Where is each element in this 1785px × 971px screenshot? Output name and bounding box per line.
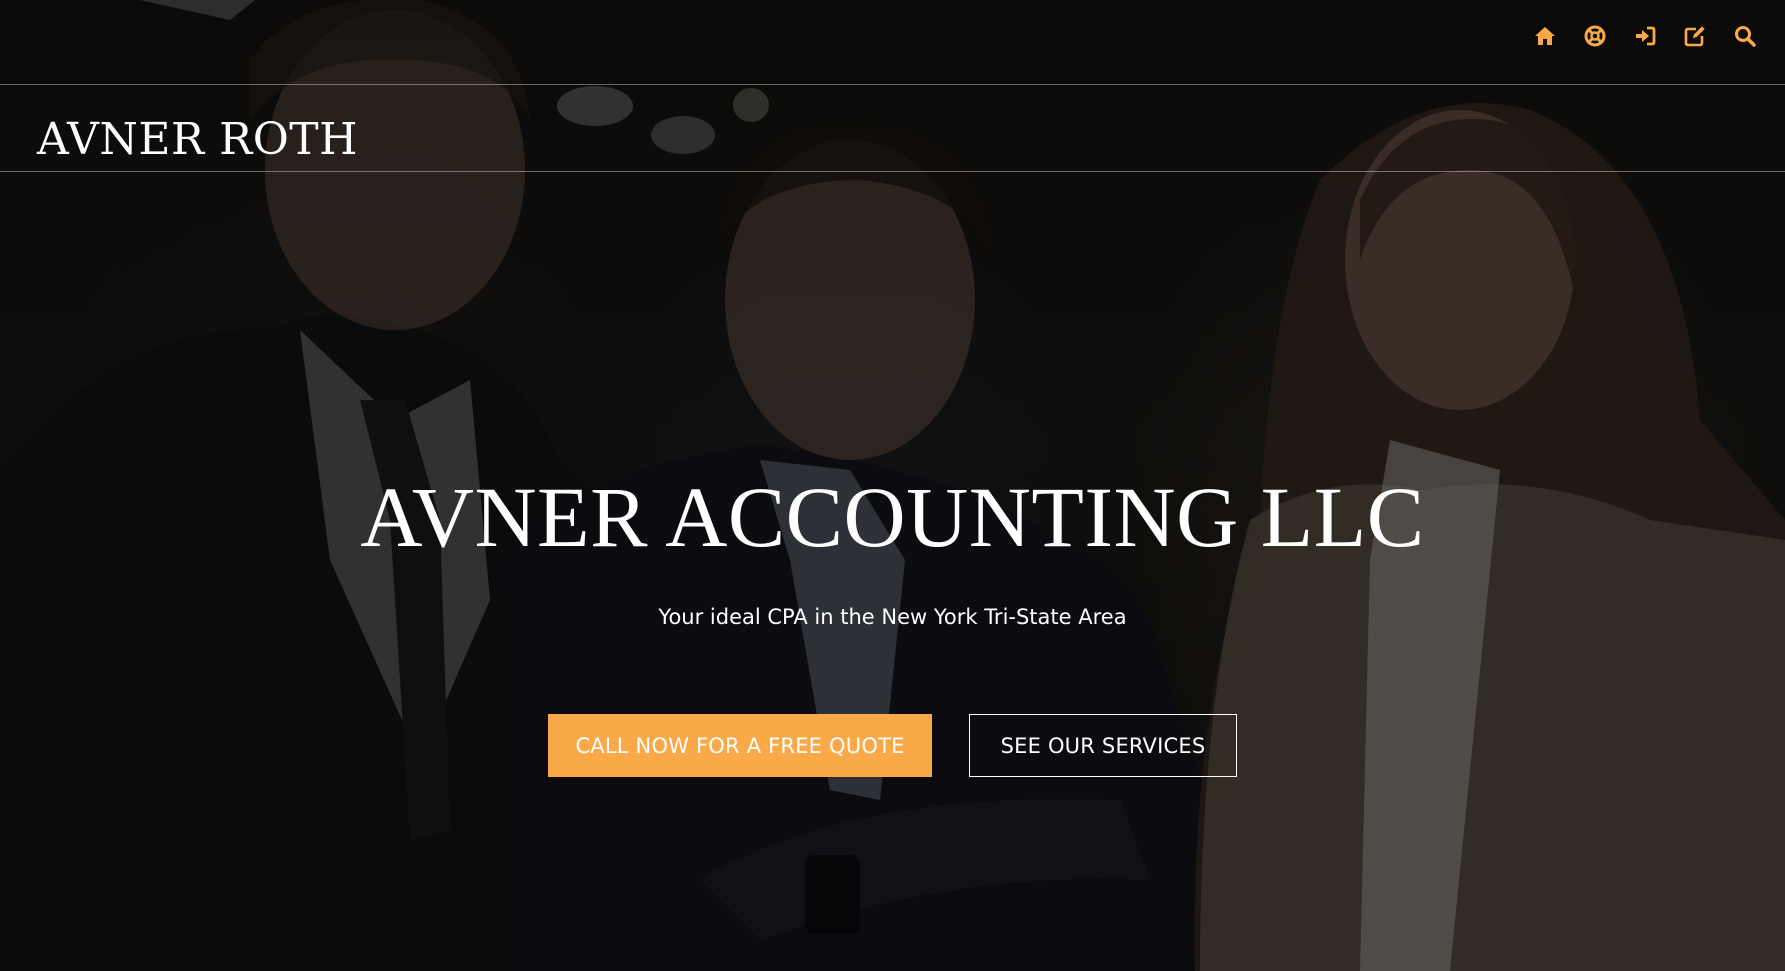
hero-title: AVNER ACCOUNTING LLC	[360, 469, 1425, 565]
hero-section: AVNER ROTH AVNER ACCOUNTING LLC Your ide…	[0, 0, 1785, 971]
top-icon-nav	[1531, 22, 1759, 50]
search-icon[interactable]	[1731, 22, 1759, 50]
hero-subtitle: Your ideal CPA in the New York Tri-State…	[658, 605, 1127, 629]
edit-icon[interactable]	[1681, 22, 1709, 50]
home-icon[interactable]	[1531, 22, 1559, 50]
brand-bar: AVNER ROTH	[0, 85, 1785, 172]
support-icon[interactable]	[1581, 22, 1609, 50]
see-services-button[interactable]: SEE OUR SERVICES	[969, 714, 1237, 777]
site-logo-link[interactable]: AVNER ROTH	[37, 118, 358, 162]
top-bar	[0, 0, 1785, 85]
cta-buttons: CALL NOW FOR A FREE QUOTE SEE OUR SERVIC…	[548, 714, 1237, 777]
call-for-quote-button[interactable]: CALL NOW FOR A FREE QUOTE	[548, 714, 932, 777]
sign-in-icon[interactable]	[1631, 22, 1659, 50]
